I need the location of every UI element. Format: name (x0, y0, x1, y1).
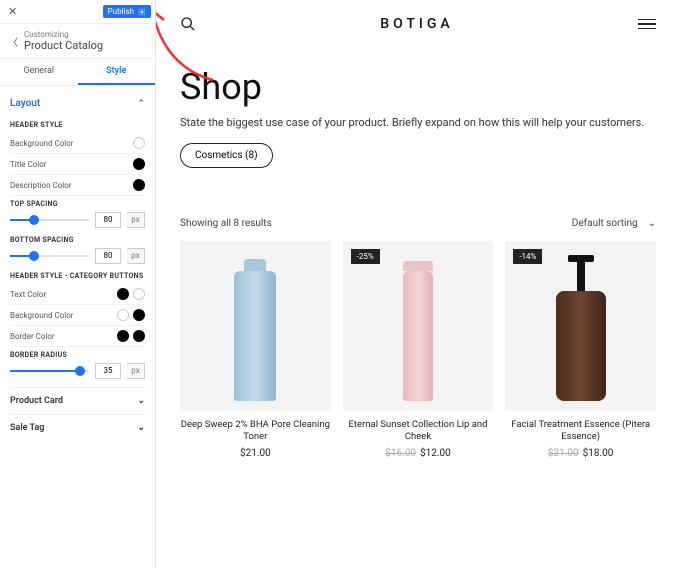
new-price: $12.00 (420, 448, 451, 459)
bottom-spacing-unit: px (127, 248, 145, 264)
hamburger-icon[interactable] (638, 19, 656, 30)
sort-label: Default sorting (572, 218, 638, 229)
tabs: General Style (0, 59, 155, 86)
swatch-w2[interactable] (117, 309, 129, 321)
product-card[interactable]: -25% Eternal Sunset Collection Lip and C… (343, 241, 494, 459)
title-color-label: Title Color (10, 160, 47, 169)
product-price: $16.00 $12.00 (343, 448, 494, 459)
row-text-color: Text Color (10, 284, 145, 305)
product-image (180, 241, 331, 411)
preview-topbar: BOTIGA (156, 0, 680, 42)
back-icon[interactable]: 〈 (8, 34, 18, 49)
preview-pane: BOTIGA Shop State the biggest use case o… (156, 0, 680, 568)
bottom-spacing-block: BOTTOM SPACING 80 px (10, 236, 145, 264)
bottom-spacing-slider[interactable] (10, 255, 89, 257)
top-spacing-title: TOP SPACING (10, 200, 145, 208)
swatch-b2[interactable] (133, 309, 145, 321)
bottom-spacing-value[interactable]: 80 (95, 248, 121, 264)
page-title: Shop (180, 66, 656, 108)
swatch-black2[interactable] (133, 179, 145, 191)
product-title: Deep Sweep 2% BHA Pore Cleaning Toner (180, 419, 331, 444)
header-style-title: HEADER STYLE (10, 121, 145, 129)
product-image: -25% (343, 241, 494, 411)
brand-logo[interactable]: BOTIGA (380, 16, 453, 32)
sale-tag-label: Sale Tag (10, 423, 44, 433)
cat-buttons-title: HEADER STYLE - CATEGORY BUTTONS (10, 272, 145, 280)
swatch-b3[interactable] (117, 330, 129, 342)
row-border-color: Border Color (10, 326, 145, 347)
product-image: -14% (505, 241, 656, 411)
tab-style[interactable]: Style (78, 59, 156, 85)
sale-tag-accordion[interactable]: Sale Tag ⌄ (10, 414, 145, 441)
border-radius-unit: px (127, 363, 145, 379)
product-price: $21.00 (180, 448, 331, 459)
layout-label: Layout (10, 98, 40, 109)
results-bar: Showing all 8 results Default sorting ⌄ (180, 218, 656, 229)
swatch-b4[interactable] (133, 330, 145, 342)
top-spacing-slider[interactable] (10, 219, 89, 221)
row-bg-color2: Background Color (10, 305, 145, 326)
page-description: State the biggest use case of your produ… (180, 116, 656, 129)
tab-general[interactable]: General (0, 59, 78, 85)
old-price: $16.00 (385, 448, 416, 459)
border-radius-block: BORDER RADIUS 35 px (10, 351, 145, 379)
breadcrumb: 〈 Customizing Product Catalog (0, 24, 155, 59)
top-spacing-unit: px (127, 212, 145, 228)
old-price: $21.00 (548, 448, 579, 459)
top-spacing-value[interactable]: 80 (95, 212, 121, 228)
row-title-color: Title Color (10, 154, 145, 175)
panel-body: Layout ⌃ HEADER STYLE Background Color T… (0, 86, 155, 568)
swatch-white[interactable] (133, 137, 145, 149)
bg-color-label: Background Color (10, 139, 74, 148)
crumb-sub: Customizing (24, 30, 103, 39)
layout-accordion[interactable]: Layout ⌃ (10, 94, 145, 117)
product-grid: Deep Sweep 2% BHA Pore Cleaning Toner $2… (180, 241, 656, 459)
product-title: Facial Treatment Essence (Pitera Essence… (505, 419, 656, 444)
bottom-spacing-title: BOTTOM SPACING (10, 236, 145, 244)
sale-badge: -25% (351, 249, 380, 264)
new-price: $18.00 (583, 448, 614, 459)
swatch-w1[interactable] (133, 288, 145, 300)
border-radius-slider[interactable] (10, 370, 89, 372)
gear-icon[interactable] (138, 8, 146, 16)
sort-select[interactable]: Default sorting ⌄ (572, 218, 656, 229)
chevron-down-icon3: ⌄ (648, 218, 656, 229)
category-chip[interactable]: Cosmetics (8) (180, 143, 273, 168)
product-price: $21.00 $18.00 (505, 448, 656, 459)
border-radius-title: BORDER RADIUS (10, 351, 145, 359)
bg-color2-label: Background Color (10, 311, 74, 320)
product-card[interactable]: -14% Facial Treatment Essence (Pitera Es… (505, 241, 656, 459)
publish-button[interactable]: Publish (103, 5, 151, 18)
results-count: Showing all 8 results (180, 218, 272, 229)
border-radius-value[interactable]: 35 (95, 363, 121, 379)
desc-color-label: Description Color (10, 181, 71, 190)
row-bg-color: Background Color (10, 133, 145, 154)
chevron-down-icon: ⌄ (137, 396, 145, 406)
product-card-label: Product Card (10, 396, 63, 406)
search-icon[interactable] (180, 16, 196, 32)
text-color-label: Text Color (10, 290, 46, 299)
chevron-down-icon2: ⌄ (137, 423, 145, 433)
product-card[interactable]: Deep Sweep 2% BHA Pore Cleaning Toner $2… (180, 241, 331, 459)
preview-content: Shop State the biggest use case of your … (156, 66, 680, 459)
publish-label: Publish (108, 7, 134, 16)
sale-badge: -14% (513, 249, 542, 264)
swatch-b1[interactable] (117, 288, 129, 300)
crumb-title: Product Catalog (24, 39, 103, 52)
product-title: Eternal Sunset Collection Lip and Cheek (343, 419, 494, 444)
product-card-accordion[interactable]: Product Card ⌄ (10, 387, 145, 414)
top-spacing-block: TOP SPACING 80 px (10, 200, 145, 228)
chevron-up-icon: ⌃ (137, 99, 145, 109)
close-icon[interactable]: ✕ (4, 3, 21, 20)
border-color-label: Border Color (10, 332, 55, 341)
swatch-black[interactable] (133, 158, 145, 170)
sidebar-top-row: ✕ Publish (0, 0, 155, 24)
row-desc-color: Description Color (10, 175, 145, 196)
breadcrumb-text: Customizing Product Catalog (24, 30, 103, 52)
customizer-sidebar: ✕ Publish 〈 Customizing Product Catalog … (0, 0, 156, 568)
